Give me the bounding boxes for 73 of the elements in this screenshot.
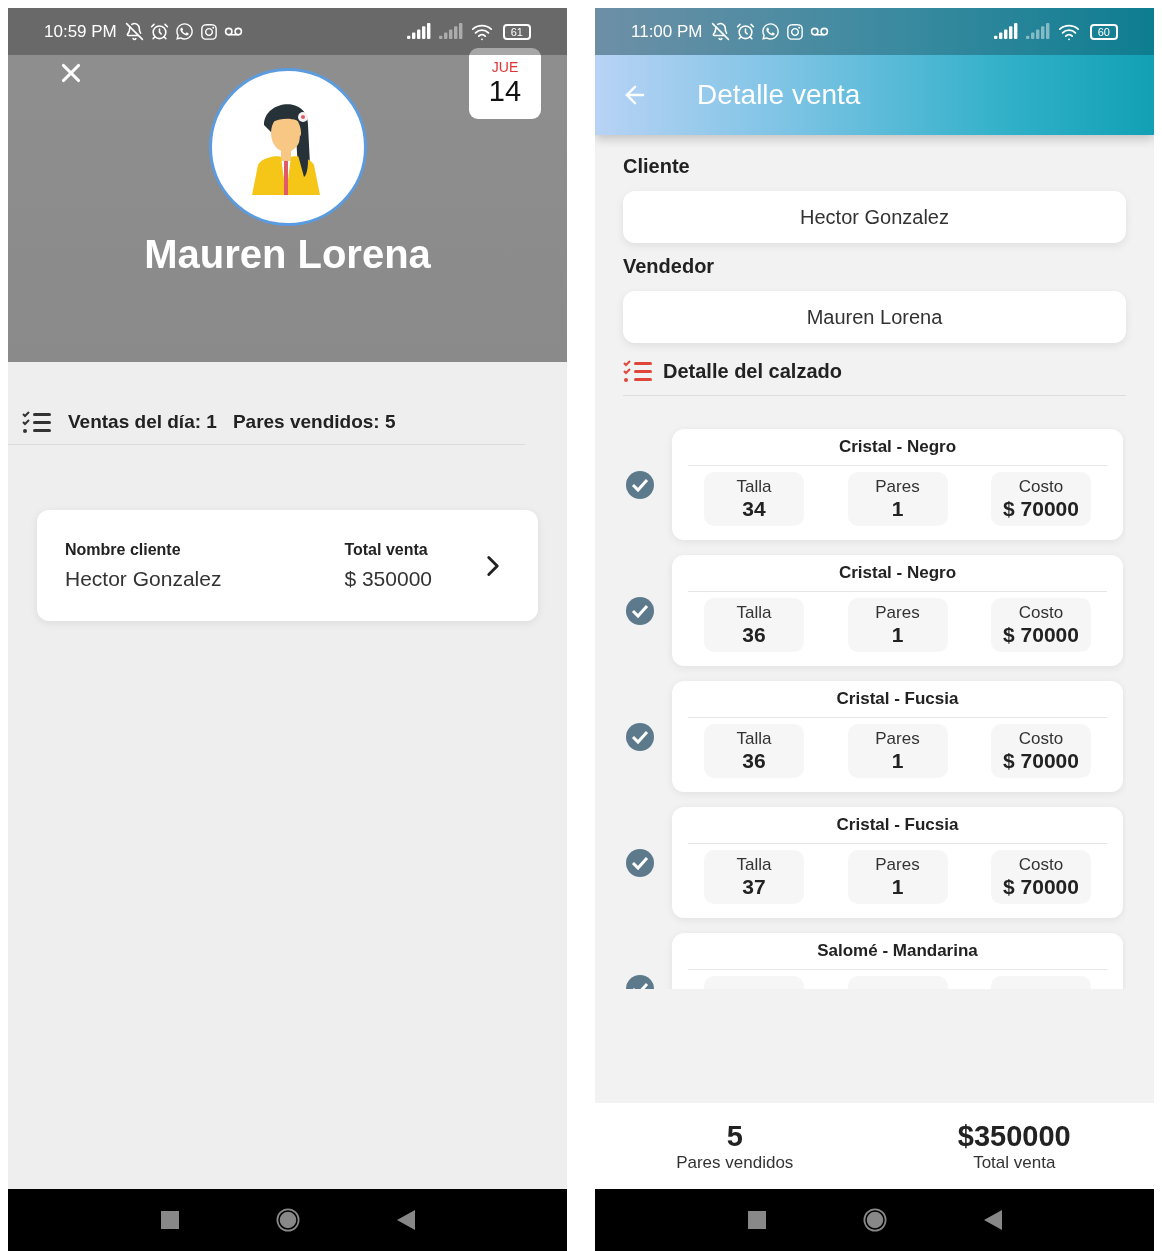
shoe-name: Salomé - Mandarina [817,941,978,961]
summary-label: Total venta [973,1152,1056,1173]
battery-level: 61 [502,23,531,40]
cell-value: $ 70000 [1003,497,1079,521]
back-nav-icon[interactable] [396,1210,415,1230]
home-nav-icon[interactable] [274,1207,301,1233]
sale-card[interactable]: Nombre cliente Hector Gonzalez Total venta $ 350000 [37,510,538,621]
signal-icon [1025,22,1052,41]
camera-icon [785,22,804,41]
total-value: $ 350000 [344,566,432,591]
alarm-icon [149,22,169,41]
cell-label: Talla [736,855,772,875]
stat-text: Pares vendidos: 5 [232,411,396,433]
calendar-weekday: JUE [491,59,519,75]
cell-label: Costo [1018,729,1064,749]
cell-value: $ 70000 [1003,749,1079,773]
calendar-day: 14 [488,75,522,108]
cell-value: 1 [891,749,904,773]
checklist-icon [22,410,52,434]
shoe-name: Cristal - Negro [838,437,957,457]
chat-icon [760,22,780,41]
alarm-icon [735,22,755,41]
field-value: Hector Gonzalez [623,191,1126,243]
back-nav-icon[interactable] [983,1210,1002,1230]
field-label: Vendedor [623,255,716,278]
cell-value: 36 [742,749,766,773]
cell-value: $ 70000 [1003,623,1079,647]
square-nav-icon[interactable] [747,1211,766,1229]
summary-value: 5 [726,1119,743,1153]
field-label: Cliente [623,155,691,178]
cell-value: 1 [891,875,904,899]
cell-label: Talla [736,477,772,497]
chat-icon [174,22,194,41]
shoe-name: Cristal - Fucsia [836,689,959,709]
signal-icon [406,22,433,41]
cell-value: 34 [742,497,766,521]
cell-value: 1 [891,497,904,521]
cell-label: Talla [736,603,772,623]
summary-value: $350000 [957,1119,1071,1153]
bell-off-icon [710,22,730,41]
shoe-name: Cristal - Negro [838,563,957,583]
checklist-icon [623,359,653,383]
cell-label: Pares [875,477,920,497]
client-label: Nombre cliente [65,540,182,559]
bell-off-icon [124,22,144,41]
status-time: 10:59 PM [44,21,117,42]
square-nav-icon[interactable] [160,1211,179,1229]
field-value: Mauren Lorena [623,291,1126,343]
battery-level: 60 [1089,23,1118,40]
cell-value: 1 [891,623,904,647]
cell-label: Costo [1018,477,1064,497]
cell-value: 37 [742,875,766,899]
cell-value: 36 [742,623,766,647]
signal-icon [438,22,465,41]
cell-label: Pares [875,729,920,749]
cell-label: Costo [1018,855,1064,875]
camera-icon [199,22,218,41]
status-time: 11:00 PM [631,21,703,42]
cell-value: $ 70000 [1003,875,1079,899]
summary-label: Pares vendidos [676,1152,794,1173]
signal-icon [993,22,1020,41]
cell-label: Talla [736,729,772,749]
cell-label: Pares [875,603,920,623]
seller-name: Mauren Lorena [144,232,431,277]
total-label: Total venta [344,540,429,559]
screen-title: Detalle venta [697,79,861,111]
cell-label: Pares [875,855,920,875]
home-nav-icon[interactable] [861,1207,888,1233]
section-title: Detalle del calzado [663,359,842,383]
stat-text: Ventas del día: 1 [68,411,217,433]
shoe-name: Cristal - Fucsia [836,815,959,835]
client-name: Hector Gonzalez [65,566,223,591]
cell-label: Costo [1018,603,1064,623]
